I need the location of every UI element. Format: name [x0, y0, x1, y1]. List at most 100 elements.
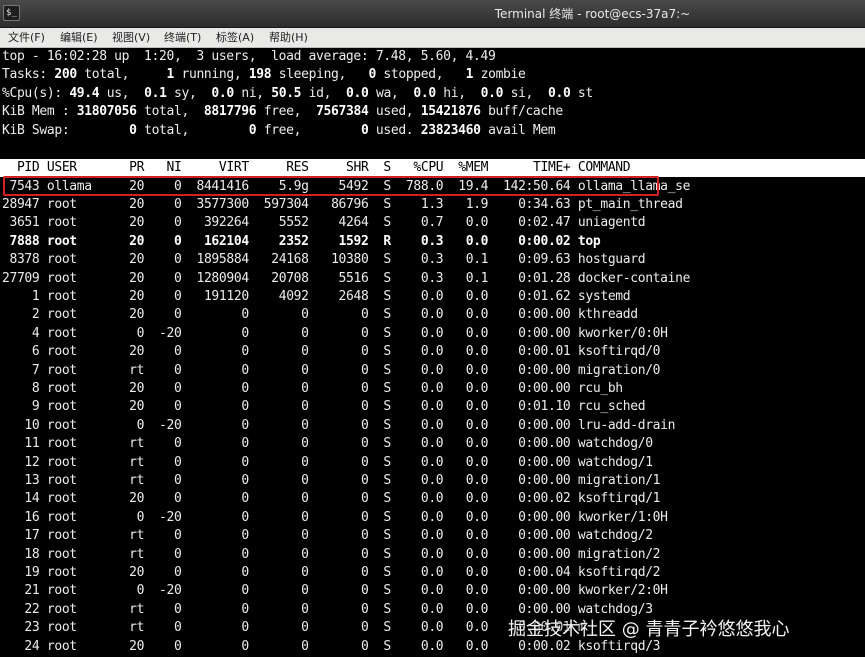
column-header: VIRT	[188, 160, 249, 175]
cell-ni: 0	[151, 252, 182, 268]
cell-user: root	[46, 196, 115, 212]
cell-ni: 0	[151, 399, 182, 415]
cell-cpu: 0.0	[398, 546, 444, 562]
cell-shr: 0	[316, 325, 369, 341]
cell-res: 0	[256, 509, 309, 525]
cell-res: 0	[256, 380, 309, 396]
cell-shr: 0	[316, 362, 369, 378]
terminal-output[interactable]: top - 16:02:28 up 1:20, 3 users, load av…	[0, 48, 865, 657]
cell-virt: 0	[188, 528, 249, 544]
column-header: %CPU	[398, 160, 444, 175]
cell-time: 0:00.00	[495, 583, 571, 599]
cell-virt: 162104	[188, 233, 249, 249]
cell-cmd: kworker/2:0H	[577, 583, 698, 599]
cell-cpu: 0.0	[398, 344, 444, 360]
cell-time: 0:09.63	[495, 252, 571, 268]
cell-shr: 2648	[316, 288, 369, 304]
cell-s: S	[375, 399, 391, 415]
cell-res: 0	[256, 436, 309, 452]
cell-virt: 0	[188, 380, 249, 396]
cell-res: 20708	[256, 270, 309, 286]
cell-s: S	[375, 638, 391, 654]
process-row: 9 root 20 0 0 0 0 S 0.0 0.0 0:01.10 rcu_…	[2, 398, 698, 416]
cell-ni: -20	[151, 583, 182, 599]
swap-free: 0	[248, 122, 257, 138]
cell-virt: 0	[188, 472, 249, 488]
swap-line: KiB Swap: 0 total, 0 free, 0 used. 23823…	[2, 122, 556, 138]
cell-res: 0	[256, 454, 309, 470]
cell-user: root	[46, 252, 115, 268]
cell-ni: 0	[151, 362, 182, 378]
cell-virt: 0	[188, 307, 249, 323]
cell-pid: 21	[2, 583, 40, 599]
cell-time: 0:00.00	[495, 509, 571, 525]
menu-terminal[interactable]: 终端(T)	[164, 28, 201, 48]
window-titlebar[interactable]: $_ Terminal 终端 - root@ecs-37a7:~	[0, 0, 865, 28]
process-row: 19 root 20 0 0 0 0 S 0.0 0.0 0:00.04 kso…	[2, 564, 698, 582]
cell-pr: rt	[121, 436, 145, 452]
cell-user: root	[46, 270, 115, 286]
cell-cmd: ksoftirqd/0	[577, 344, 698, 360]
menu-edit[interactable]: 编辑(E)	[60, 28, 98, 48]
cell-shr: 0	[316, 620, 369, 636]
cell-time: 0:01.28	[495, 270, 571, 286]
process-row: 14 root 20 0 0 0 0 S 0.0 0.0 0:00.02 kso…	[2, 490, 698, 508]
cell-shr: 1592	[316, 233, 369, 249]
cell-shr: 10380	[316, 252, 369, 268]
cell-virt: 0	[188, 546, 249, 562]
cell-shr: 0	[316, 307, 369, 323]
column-header: %MEM	[450, 160, 489, 175]
cell-user: root	[46, 528, 115, 544]
cell-user: root	[46, 564, 115, 580]
cell-mem: 0.0	[450, 583, 489, 599]
cell-ni: 0	[151, 380, 182, 396]
cell-pid: 1	[2, 288, 40, 304]
window-title: Terminal 终端 - root@ecs-37a7:~	[494, 7, 691, 21]
process-row: 8 root 20 0 0 0 0 S 0.0 0.0 0:00.00 rcu_…	[2, 380, 698, 398]
menu-tabs[interactable]: 标签(A)	[216, 28, 254, 48]
cell-time: 0:00.00	[495, 546, 571, 562]
cpu-st: 0.0	[547, 85, 571, 101]
process-row: 2 root 20 0 0 0 0 S 0.0 0.0 0:00.00 kthr…	[2, 306, 698, 324]
menu-view[interactable]: 视图(V)	[112, 28, 150, 48]
cell-ni: 0	[151, 564, 182, 580]
cell-virt: 0	[188, 509, 249, 525]
cell-cmd: lru-add-drain	[577, 417, 698, 433]
menu-help[interactable]: 帮助(H)	[269, 28, 308, 48]
cell-ni: 0	[151, 491, 182, 507]
column-header: RES	[256, 160, 309, 175]
cell-virt: 0	[188, 583, 249, 599]
cell-mem: 1.9	[450, 196, 489, 212]
cell-res: 24168	[256, 252, 309, 268]
cpu-sy: 0.1	[144, 85, 167, 101]
cell-cpu: 0.3	[398, 233, 444, 249]
process-row: 6 root 20 0 0 0 0 S 0.0 0.0 0:00.01 ksof…	[2, 343, 698, 361]
cell-cpu: 0.0	[398, 436, 444, 452]
cell-user: root	[46, 454, 115, 470]
cell-shr: 0	[316, 454, 369, 470]
cell-cmd: kworker/1:0H	[577, 509, 698, 525]
cell-pid: 16	[2, 509, 40, 525]
cell-s: S	[375, 362, 391, 378]
cell-res: 0	[256, 620, 309, 636]
menu-file[interactable]: 文件(F)	[8, 28, 45, 48]
cell-cpu: 0.0	[398, 307, 444, 323]
cell-pid: 12	[2, 454, 40, 470]
cell-time: 0:00.00	[495, 307, 571, 323]
cell-res: 0	[256, 307, 309, 323]
cell-res: 0	[256, 344, 309, 360]
cell-pid: 22	[2, 601, 40, 617]
cell-cmd: migration/0	[577, 362, 698, 378]
cell-user: root	[46, 509, 115, 525]
column-header: S	[375, 160, 391, 175]
cell-cpu: 0.0	[398, 620, 444, 636]
cell-mem: 0.0	[450, 491, 489, 507]
cell-virt: 0	[188, 491, 249, 507]
cell-time: 0:00.01	[495, 344, 571, 360]
cpu-si: 0.0	[480, 85, 504, 101]
swap-total: 0	[129, 122, 137, 138]
cell-cmd: top	[577, 233, 698, 249]
watermark: 掘金技术社区 @ 青青子衿悠悠我心	[508, 619, 790, 640]
process-row: 3651 root 20 0 392264 5552 4264 S 0.7 0.…	[2, 214, 698, 232]
cell-s: S	[375, 564, 391, 580]
